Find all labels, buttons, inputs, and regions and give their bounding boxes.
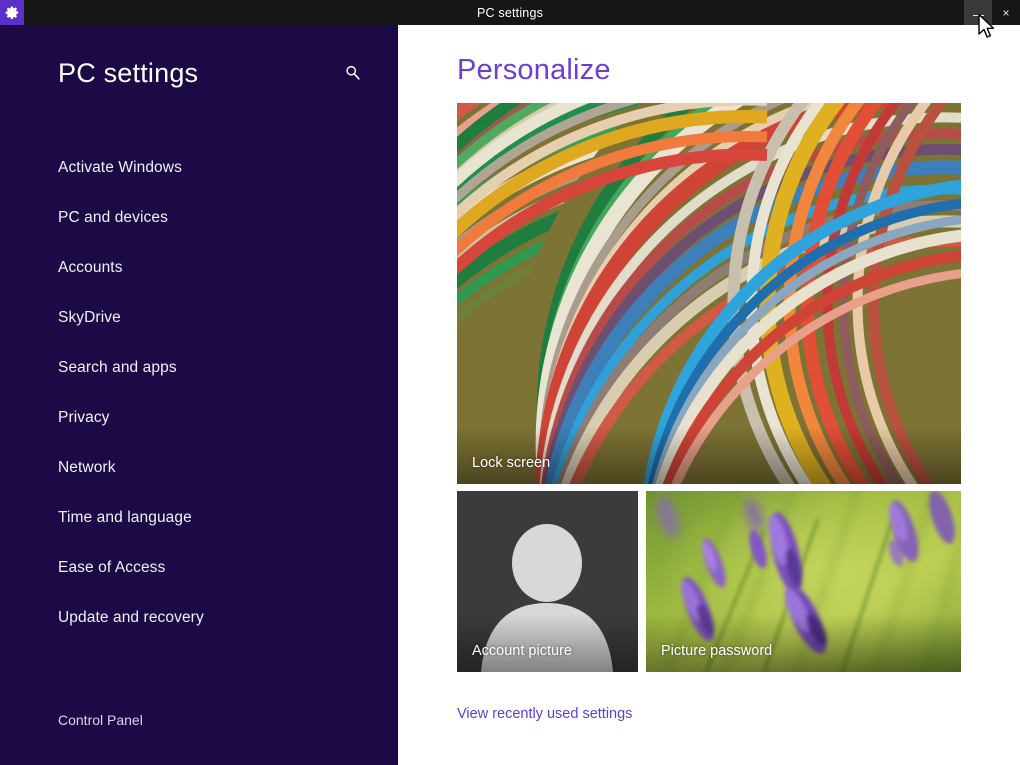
sidebar-item-label: Accounts (58, 259, 123, 276)
sidebar-nav: Activate Windows PC and devices Accounts… (58, 143, 388, 643)
sidebar-item-time-and-language[interactable]: Time and language (58, 493, 388, 543)
tile-label: Lock screen (472, 455, 551, 471)
sidebar-item-label: Search and apps (58, 359, 177, 376)
close-icon: × (1002, 5, 1010, 20)
sidebar-title: PC settings (58, 57, 199, 88)
sidebar-item-label: Network (58, 459, 116, 476)
sidebar-item-network[interactable]: Network (58, 443, 388, 493)
sidebar-item-update-and-recovery[interactable]: Update and recovery (58, 593, 388, 643)
sidebar-item-accounts[interactable]: Accounts (58, 243, 388, 293)
minimize-icon (972, 15, 984, 16)
window-titlebar: PC settings × (0, 0, 1020, 25)
search-icon[interactable] (338, 58, 368, 88)
sidebar-item-search-and-apps[interactable]: Search and apps (58, 343, 388, 393)
tile-label: Picture password (661, 643, 773, 659)
sidebar-item-label: SkyDrive (58, 309, 121, 326)
control-panel-link[interactable]: Control Panel (58, 712, 143, 728)
main-content: Personalize Lock screen Account picture … (398, 25, 1020, 765)
sidebar-item-label: PC and devices (58, 209, 168, 226)
page-title: Personalize (457, 54, 611, 86)
gear-icon (0, 0, 24, 25)
sidebar-item-pc-and-devices[interactable]: PC and devices (58, 193, 388, 243)
minimize-button[interactable] (964, 0, 992, 25)
sidebar-item-label: Privacy (58, 409, 110, 426)
window-title: PC settings (476, 5, 544, 20)
tile-label: Account picture (472, 643, 572, 659)
sidebar-item-label: Ease of Access (58, 559, 166, 576)
sidebar-item-skydrive[interactable]: SkyDrive (58, 293, 388, 343)
sidebar-item-privacy[interactable]: Privacy (58, 393, 388, 443)
window-controls: × (964, 0, 1020, 25)
tile-picture-password[interactable]: Picture password (646, 491, 961, 672)
sidebar-item-activate-windows[interactable]: Activate Windows (58, 143, 388, 193)
window-body: PC settings Activate Windows PC and devi… (0, 25, 1020, 765)
sidebar: PC settings Activate Windows PC and devi… (0, 25, 398, 765)
tile-account-picture[interactable]: Account picture (457, 491, 638, 672)
sidebar-item-label: Activate Windows (58, 159, 182, 176)
sidebar-header: PC settings (58, 51, 378, 95)
close-button[interactable]: × (992, 0, 1020, 25)
sidebar-item-ease-of-access[interactable]: Ease of Access (58, 543, 388, 593)
view-recently-used-settings-link[interactable]: View recently used settings (457, 706, 632, 722)
sidebar-item-label: Time and language (58, 509, 192, 526)
tile-lock-screen[interactable]: Lock screen (457, 103, 961, 484)
sidebar-item-label: Update and recovery (58, 609, 204, 626)
